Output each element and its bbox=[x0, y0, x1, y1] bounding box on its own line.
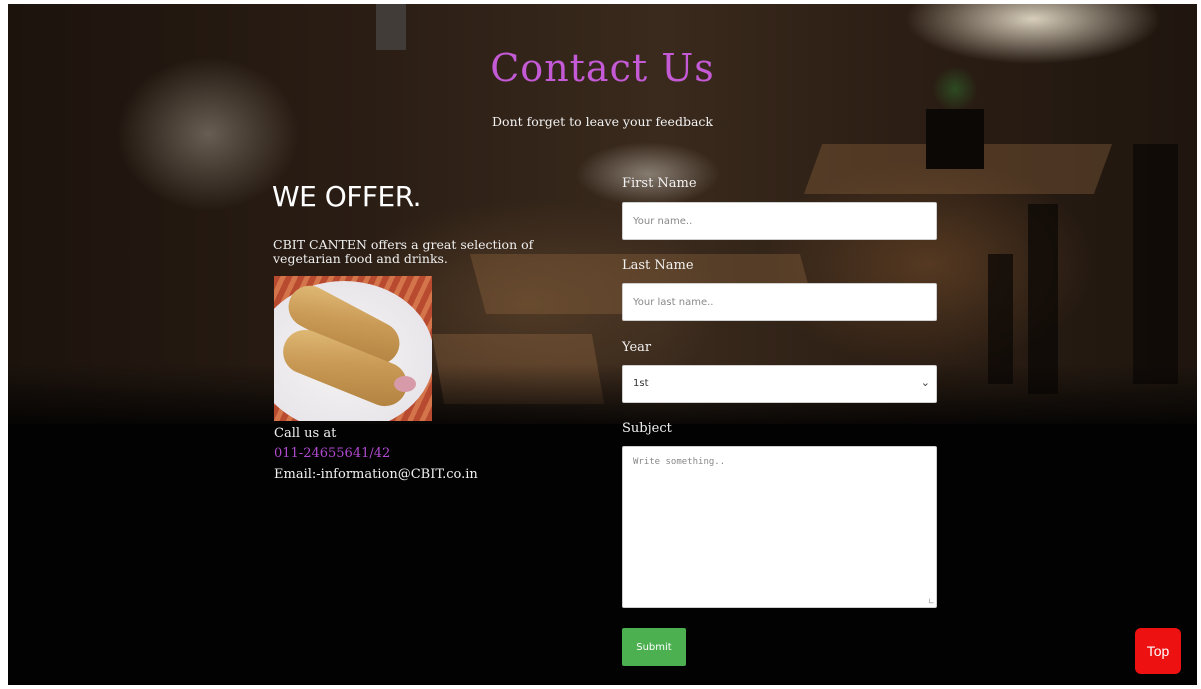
table-shape bbox=[431, 334, 605, 404]
subject-textarea[interactable] bbox=[622, 446, 937, 608]
chevron-down-icon: ⌄ bbox=[920, 376, 930, 389]
page-title: Contact Us bbox=[490, 46, 715, 90]
lamp-fixture bbox=[376, 4, 406, 50]
chair-shape bbox=[988, 254, 1013, 384]
last-name-label: Last Name bbox=[622, 258, 694, 273]
page-subtitle: Dont forget to leave your feedback bbox=[492, 114, 713, 129]
first-name-label: First Name bbox=[622, 176, 697, 191]
year-label: Year bbox=[622, 340, 652, 355]
page-frame: Contact Us Dont forget to leave your fee… bbox=[8, 4, 1197, 685]
submit-button[interactable]: Submit bbox=[622, 628, 686, 666]
subject-label: Subject bbox=[622, 421, 672, 436]
last-name-input[interactable] bbox=[622, 283, 937, 321]
call-label: Call us at bbox=[274, 426, 337, 441]
chair-shape bbox=[1133, 144, 1178, 384]
year-select[interactable]: 1st ⌄ bbox=[622, 365, 937, 403]
offer-heading: WE OFFER. bbox=[272, 180, 422, 213]
offer-description: CBIT CANTEN offers a great selection of … bbox=[273, 237, 534, 266]
first-name-input[interactable] bbox=[622, 202, 937, 240]
food-image bbox=[274, 276, 432, 421]
phone-number[interactable]: 011-24655641/42 bbox=[274, 446, 390, 461]
year-select-value: 1st bbox=[633, 378, 649, 389]
resize-grip-icon[interactable]: ∟ bbox=[928, 598, 936, 606]
email-address: Email:-information@CBIT.co.in bbox=[274, 467, 478, 482]
sauce-shape bbox=[394, 376, 416, 392]
chair-shape bbox=[1028, 204, 1058, 394]
top-button[interactable]: Top bbox=[1135, 628, 1181, 674]
